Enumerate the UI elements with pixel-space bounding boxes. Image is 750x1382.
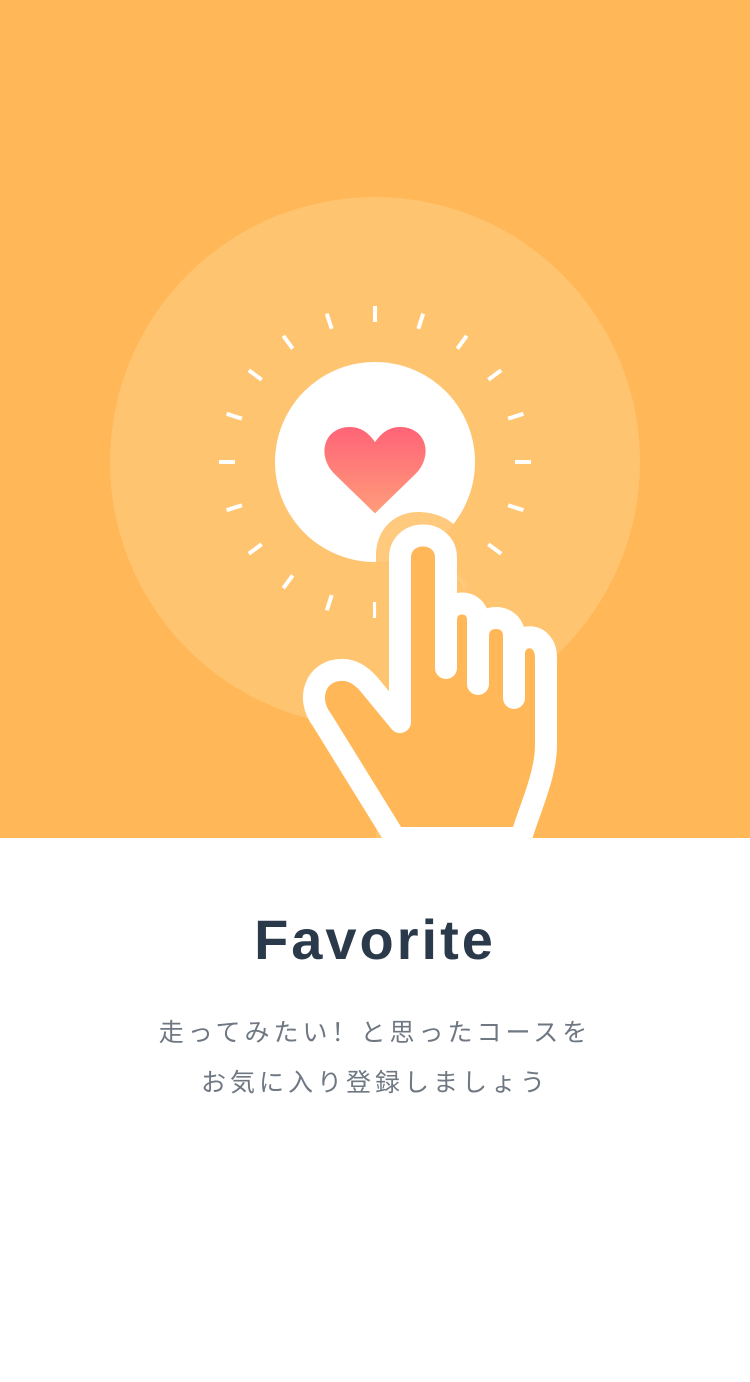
description-line-2: お気に入り登録しましょう (200, 1068, 549, 1097)
description-line-1: 走ってみたい！と思ったコースを (158, 1018, 592, 1047)
hero-illustration (0, 0, 750, 838)
description: 走ってみたい！と思ったコースを お気に入り登録しましょう (0, 1008, 750, 1108)
onboarding-content: Favorite 走ってみたい！と思ったコースを お気に入り登録しましょう (0, 838, 750, 1382)
hero-artwork (0, 0, 750, 838)
page-title: Favorite (254, 908, 496, 971)
